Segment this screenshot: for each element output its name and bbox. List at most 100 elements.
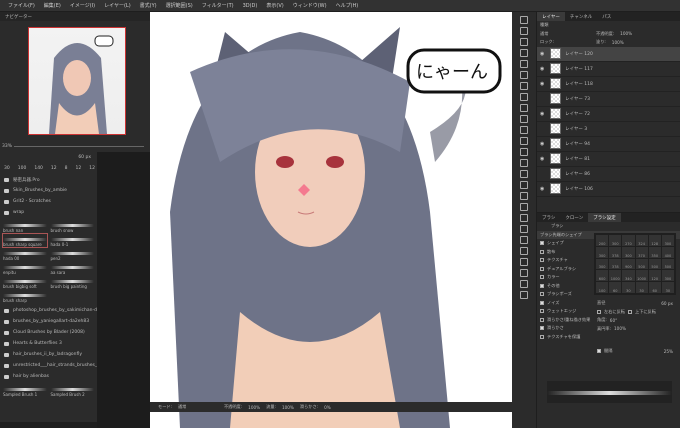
tool-icon[interactable]: [520, 291, 528, 299]
brush-folder[interactable]: Cloud Brushes by Blader (2008): [0, 327, 97, 338]
layer-row[interactable]: レイヤー 86: [537, 167, 680, 182]
brush-preset[interactable]: 100: [18, 166, 27, 171]
brush-preset-item[interactable]: hada 0-1: [50, 234, 94, 247]
brush-preset-item[interactable]: brush bigbig soft: [3, 276, 47, 289]
brush-tip[interactable]: 300: [596, 246, 609, 258]
brush-preset-item[interactable]: brush big painting: [50, 276, 94, 289]
tool-icon[interactable]: [520, 38, 528, 46]
checkbox[interactable]: [540, 317, 544, 322]
brush-tip[interactable]: 30: [635, 282, 648, 293]
brush-tip[interactable]: 600: [596, 270, 609, 282]
panel-tab[interactable]: ブラシ設定: [588, 213, 621, 222]
brush-tip[interactable]: 350: [648, 246, 661, 258]
checkbox[interactable]: [540, 300, 544, 305]
brush-folder[interactable]: photoshop_brushes_by_sakimichan-d5kb5b: [0, 305, 97, 316]
panel-tab[interactable]: レイヤー: [537, 12, 565, 21]
tool-icon[interactable]: [520, 16, 528, 24]
menu-item[interactable]: ヘルプ(H): [336, 2, 359, 9]
brush-preset-item[interactable]: brush snow: [50, 220, 94, 233]
brush-size[interactable]: 60 px: [78, 155, 91, 160]
tool-icon[interactable]: [520, 159, 528, 167]
tool-icon[interactable]: [520, 258, 528, 266]
tool-icon[interactable]: [520, 71, 528, 79]
brush-tip[interactable]: 300: [609, 235, 622, 246]
brush-preset-item[interactable]: enpitu: [3, 262, 47, 275]
brush-tip[interactable]: 300: [622, 246, 635, 258]
layer-row[interactable]: レイヤー 73: [537, 92, 680, 107]
brush-tip[interactable]: 60: [609, 282, 622, 293]
brush-preset-item[interactable]: brush sharp square: [2, 233, 48, 248]
checkbox[interactable]: [540, 292, 544, 297]
eye-icon[interactable]: ◉: [540, 186, 546, 192]
tool-icon[interactable]: [520, 148, 528, 156]
brush-preset-item[interactable]: Sampled Brush 1: [3, 384, 47, 397]
opacity-value[interactable]: 100%: [620, 31, 632, 36]
menu-item[interactable]: レイヤー(L): [104, 2, 131, 9]
eye-icon[interactable]: ◉: [540, 111, 546, 117]
brush-preset-item[interactable]: aa sara: [50, 262, 94, 275]
flow-input[interactable]: 100%: [282, 405, 294, 410]
checkbox[interactable]: [540, 283, 544, 288]
checkbox[interactable]: [540, 334, 544, 339]
eye-icon[interactable]: ◉: [540, 141, 546, 147]
brush-folder[interactable]: hair by alienbas: [0, 371, 97, 382]
brush-button[interactable]: ブラシ: [551, 223, 563, 229]
angle-value[interactable]: 60°: [610, 318, 617, 323]
brush-tip[interactable]: 378: [609, 246, 622, 258]
navigator-zoom[interactable]: 33%: [2, 144, 12, 149]
brush-tip[interactable]: 30: [622, 282, 635, 293]
tool-icon[interactable]: [520, 115, 528, 123]
brush-preset-item[interactable]: pen2: [50, 248, 94, 261]
brush-preset[interactable]: 12: [89, 166, 95, 171]
mode-select[interactable]: 通常: [178, 404, 218, 410]
checkbox[interactable]: [540, 249, 544, 254]
tool-icon[interactable]: [520, 236, 528, 244]
brush-tip[interactable]: 324: [635, 235, 648, 246]
brush-tip[interactable]: 400: [661, 246, 674, 258]
brush-tip[interactable]: 500: [635, 258, 648, 270]
tool-icon[interactable]: [520, 170, 528, 178]
brush-tip[interactable]: 200: [596, 235, 609, 246]
brush-preset[interactable]: 30: [4, 166, 10, 171]
brush-tip[interactable]: 500: [661, 258, 674, 270]
menu-item[interactable]: 表示(V): [266, 2, 283, 9]
flip-x[interactable]: 左右に反転: [604, 309, 625, 315]
brush-tip[interactable]: 900: [622, 258, 635, 270]
layer-row[interactable]: レイヤー 3: [537, 122, 680, 137]
tool-icon[interactable]: [520, 269, 528, 277]
brush-tip[interactable]: 500: [648, 258, 661, 270]
menu-item[interactable]: 書式(Y): [140, 2, 157, 9]
panel-tab[interactable]: チャンネル: [565, 12, 597, 21]
panel-tab[interactable]: クローン: [560, 213, 588, 222]
tool-icon[interactable]: [520, 280, 528, 288]
blend-mode[interactable]: 通常: [540, 31, 590, 37]
eye-icon[interactable]: ◉: [540, 156, 546, 162]
layer-row[interactable]: ◉ レイヤー 117: [537, 62, 680, 77]
brush-tip[interactable]: 60: [648, 282, 661, 293]
checkbox[interactable]: [540, 258, 544, 263]
tool-icon[interactable]: [520, 137, 528, 145]
navigator-zoom-slider[interactable]: [14, 146, 144, 147]
tip-shape[interactable]: ブラシ先端のシェイプ: [540, 232, 582, 238]
menu-item[interactable]: 選択範囲(S): [166, 2, 193, 9]
brush-tip[interactable]: 100: [596, 282, 609, 293]
brush-tip[interactable]: 1000: [635, 270, 648, 282]
menu-item[interactable]: 3D(D): [243, 3, 258, 9]
layer-row[interactable]: ◉ レイヤー 72: [537, 107, 680, 122]
brush-tip[interactable]: 300: [596, 258, 609, 270]
navigator-thumbnail[interactable]: [28, 27, 126, 135]
brush-preset[interactable]: 140: [34, 166, 43, 171]
panel-tab[interactable]: パス: [597, 12, 616, 21]
tool-icon[interactable]: [520, 27, 528, 35]
layer-row[interactable]: ◉ レイヤー 81: [537, 152, 680, 167]
brush-tip[interactable]: 340: [622, 270, 635, 282]
tool-icon[interactable]: [520, 214, 528, 222]
checkbox[interactable]: [540, 326, 544, 331]
smoothing-input[interactable]: 0%: [324, 405, 331, 410]
brush-folder[interactable]: Hearts & Butterflies 3: [0, 338, 97, 349]
brush-tip[interactable]: 300: [661, 270, 674, 282]
brush-tip-grid[interactable]: 200 300 270 324 128 300 300 378 300 370 350 400 300 3…: [594, 233, 676, 295]
tool-icon[interactable]: [520, 60, 528, 68]
brush-tip[interactable]: 1000: [609, 270, 622, 282]
brush-tip[interactable]: 378: [609, 258, 622, 270]
